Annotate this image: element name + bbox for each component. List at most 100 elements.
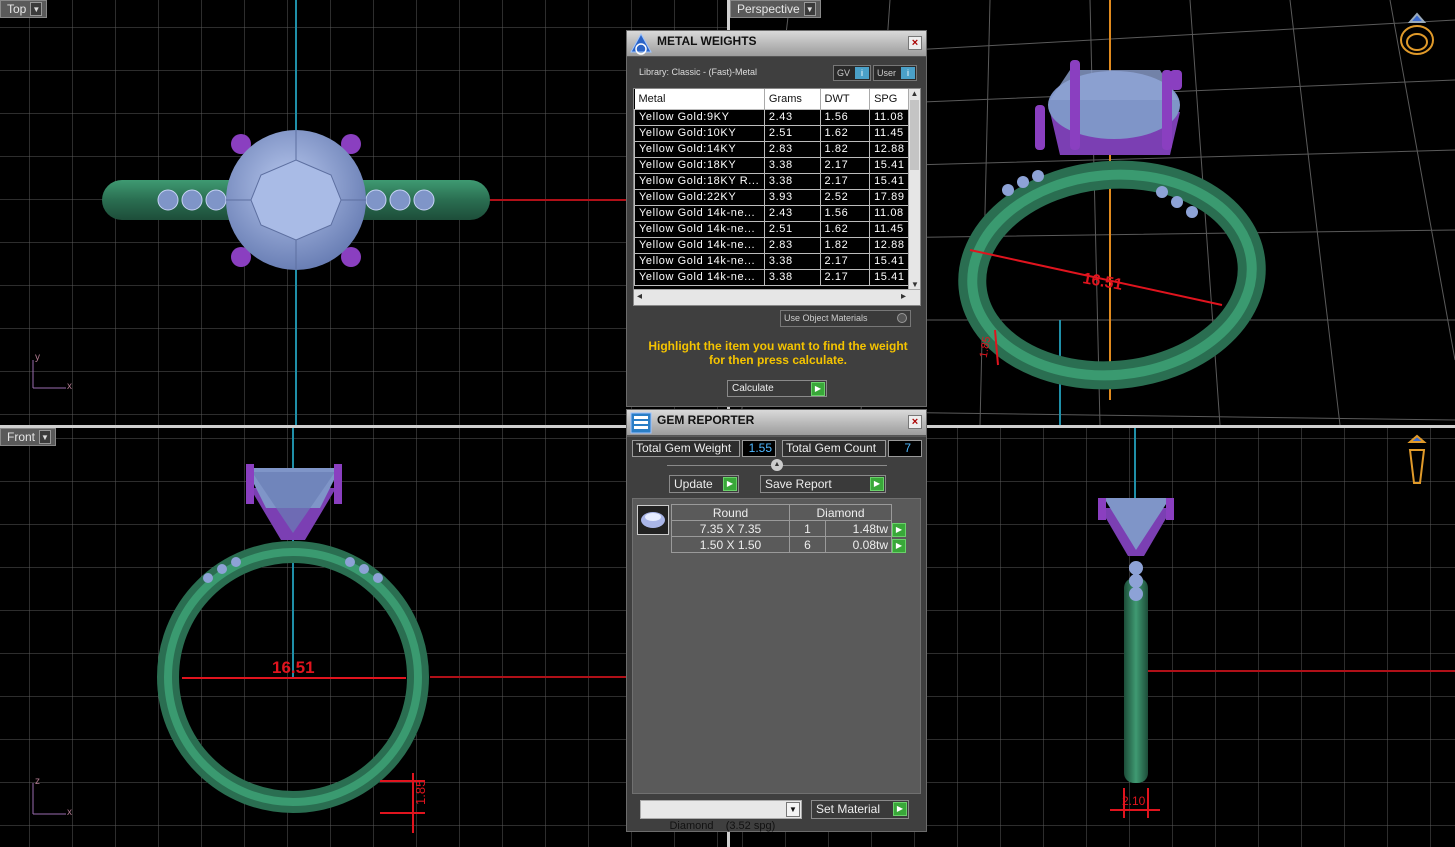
table-row[interactable]: Yellow Gold:18KY R... 3.38 2.17 15.41 <box>634 172 910 190</box>
metal-table-cell: 15.41 <box>869 252 910 270</box>
metal-table-cell: 2.83 <box>763 236 821 254</box>
view-cube-ring-icon <box>1400 12 1434 55</box>
calculate-button[interactable]: Calculate ▶ <box>727 380 827 397</box>
gem-size-cell: 1.50 X 1.50 <box>671 536 790 553</box>
viewport-label-perspective[interactable]: Perspective ▼ <box>730 0 821 18</box>
viewport-front[interactable]: 16.51 1.85 x z Front ▼ <box>0 428 727 847</box>
table-row[interactable]: Yellow Gold:14KY 2.83 1.82 12.88 <box>634 140 910 158</box>
metal-table-cell: 2.52 <box>819 188 871 206</box>
chevron-down-icon[interactable]: ▼ <box>909 280 920 289</box>
round-gem-icon <box>637 505 669 535</box>
close-icon[interactable]: × <box>908 415 922 429</box>
metal-table-cell: 15.41 <box>869 172 910 190</box>
front-view-canvas: 16.51 1.85 x z <box>0 428 727 847</box>
chevron-up-icon[interactable]: ▲ <box>771 459 783 471</box>
user-toggle-label: User <box>877 68 897 78</box>
metal-table-container[interactable]: Metal Grams DWT SPG Yellow Gold:9KY 2.43 1.56… <box>633 88 921 306</box>
total-gem-weight-label: Total Gem Weight <box>632 440 740 457</box>
viewport-top[interactable]: x y Top ▼ <box>0 0 727 425</box>
metal-table-cell: 1.82 <box>819 140 871 158</box>
table-row[interactable]: Yellow Gold:18KY 3.38 2.17 15.41 <box>634 156 910 174</box>
viewport-perspective-label-text: Perspective <box>737 2 800 16</box>
chevron-down-icon[interactable]: ▼ <box>39 430 52 444</box>
chevron-down-icon[interactable]: ▼ <box>786 802 800 817</box>
perspective-dim-width: 16.51 <box>1081 270 1123 294</box>
chevron-down-icon[interactable]: ▼ <box>30 2 43 16</box>
chevron-left-icon[interactable]: ◂ <box>637 291 642 302</box>
table-row[interactable]: Yellow Gold 14k-ne... 2.43 1.56 11.08 <box>634 204 910 222</box>
metal-table-header[interactable]: Grams <box>764 89 821 109</box>
chevron-up-icon[interactable]: ▲ <box>909 89 920 98</box>
table-vertical-scrollbar[interactable]: ▲ ▼ <box>908 89 920 289</box>
info-icon: i <box>855 67 869 79</box>
gem-list-area[interactable]: Round Diamond 7.35 X 7.35 1 1.48tw ▶ 1.50 X … <box>632 498 921 794</box>
metal-weights-titlebar[interactable]: METAL WEIGHTS × <box>627 31 926 57</box>
table-row[interactable]: Yellow Gold 14k-ne... 2.83 1.82 12.88 <box>634 236 910 254</box>
metal-table-cell: 1.82 <box>819 236 871 254</box>
table-row[interactable]: Yellow Gold:9KY 2.43 1.56 11.08 <box>634 108 910 126</box>
metal-table-cell: Yellow Gold:14KY <box>634 140 765 158</box>
metal-weights-title: METAL WEIGHTS <box>657 34 757 48</box>
total-gem-count-value: 7 <box>888 440 922 457</box>
gem-reporter-titlebar[interactable]: GEM REPORTER × <box>627 410 926 436</box>
use-object-materials-toggle[interactable]: Use Object Materials <box>780 310 911 327</box>
play-icon[interactable]: ▶ <box>892 538 906 553</box>
table-row[interactable]: Yellow Gold 14k-ne... 2.51 1.62 11.45 <box>634 220 910 238</box>
metal-table: Metal Grams DWT SPG Yellow Gold:9KY 2.43 1.56… <box>634 89 910 286</box>
table-row[interactable]: Yellow Gold:10KY 2.51 1.62 11.45 <box>634 124 910 142</box>
calculate-button-label: Calculate <box>732 383 774 394</box>
table-row[interactable]: 7.35 X 7.35 1 1.48tw ▶ <box>671 520 912 537</box>
cad-workspace: x y Top ▼ 16.51 1.85 Perspective ▼ 16.51… <box>0 0 1455 847</box>
viewport-front-label-text: Front <box>7 430 36 444</box>
gv-toggle[interactable]: GV i <box>833 65 871 81</box>
close-icon[interactable]: × <box>908 36 922 50</box>
metal-table-header[interactable]: Metal <box>634 89 765 109</box>
viewport-label-top[interactable]: Top ▼ <box>0 0 48 18</box>
metal-table-cell: 15.41 <box>869 268 910 286</box>
play-icon: ▶ <box>870 477 884 491</box>
viewport-top-label-text: Top <box>7 2 27 16</box>
table-horizontal-scrollbar[interactable]: ◂ ▸ <box>634 289 920 305</box>
front-axis-z-label: z <box>35 776 40 787</box>
metal-table-cell: 1.56 <box>819 204 871 222</box>
use-object-materials-label: Use Object Materials <box>784 313 868 323</box>
table-row[interactable]: Yellow Gold:22KY 3.93 2.52 17.89 <box>634 188 910 206</box>
metal-weights-panel: METAL WEIGHTS × Library: Classic - (Fast… <box>626 30 927 407</box>
front-dim-width: 16.51 <box>272 658 315 677</box>
viewport-label-front[interactable]: Front ▼ <box>0 428 57 446</box>
table-row[interactable]: Yellow Gold 14k-ne... 3.38 2.17 15.41 <box>634 268 910 286</box>
scrollbar-thumb[interactable] <box>910 100 919 170</box>
material-select-value: Diamond (3.52 spg) <box>669 820 776 832</box>
metal-table-cell: 2.83 <box>763 140 821 158</box>
update-button[interactable]: Update ▶ <box>669 475 739 493</box>
metal-table-cell: 2.51 <box>763 220 821 238</box>
save-report-button[interactable]: Save Report ▶ <box>760 475 886 493</box>
metal-table-cell: Yellow Gold:18KY R... <box>634 172 765 190</box>
metal-table-cell: 3.93 <box>763 188 821 206</box>
chevron-down-icon[interactable]: ▼ <box>803 2 816 16</box>
metal-table-cell: 11.45 <box>869 220 910 238</box>
metal-table-cell: 3.38 <box>763 252 821 270</box>
gem-reporter-app-icon <box>630 412 652 433</box>
play-icon[interactable]: ▶ <box>892 522 906 537</box>
metal-table-cell: 11.08 <box>869 204 910 222</box>
metal-table-header[interactable]: DWT <box>820 89 871 109</box>
gem-weight-cell: 0.08tw <box>825 536 892 553</box>
chevron-right-icon[interactable]: ▸ <box>901 291 906 302</box>
gem-row-action[interactable]: ▶ <box>892 537 912 553</box>
gem-weight-cell: 1.48tw <box>825 520 892 537</box>
set-material-button-label: Set Material <box>816 802 881 816</box>
metal-table-cell: 1.62 <box>819 220 871 238</box>
metal-table-cell: 2.51 <box>763 124 821 142</box>
info-icon: i <box>901 67 915 79</box>
table-row[interactable]: Yellow Gold 14k-ne... 3.38 2.17 15.41 <box>634 252 910 270</box>
metal-table-header[interactable]: SPG <box>869 89 910 109</box>
user-toggle[interactable]: User i <box>873 65 917 81</box>
gem-row-action[interactable]: ▶ <box>892 521 912 537</box>
gem-count-cell: 1 <box>789 520 826 537</box>
right-dim-width: 2.10 <box>1122 794 1146 808</box>
material-select[interactable]: Diamond (3.52 spg) ▼ <box>640 800 802 832</box>
perspective-dim-height: 1.85 <box>978 336 994 359</box>
set-material-button[interactable]: Set Material ▶ <box>811 800 909 819</box>
table-row[interactable]: 1.50 X 1.50 6 0.08tw ▶ <box>671 536 912 553</box>
